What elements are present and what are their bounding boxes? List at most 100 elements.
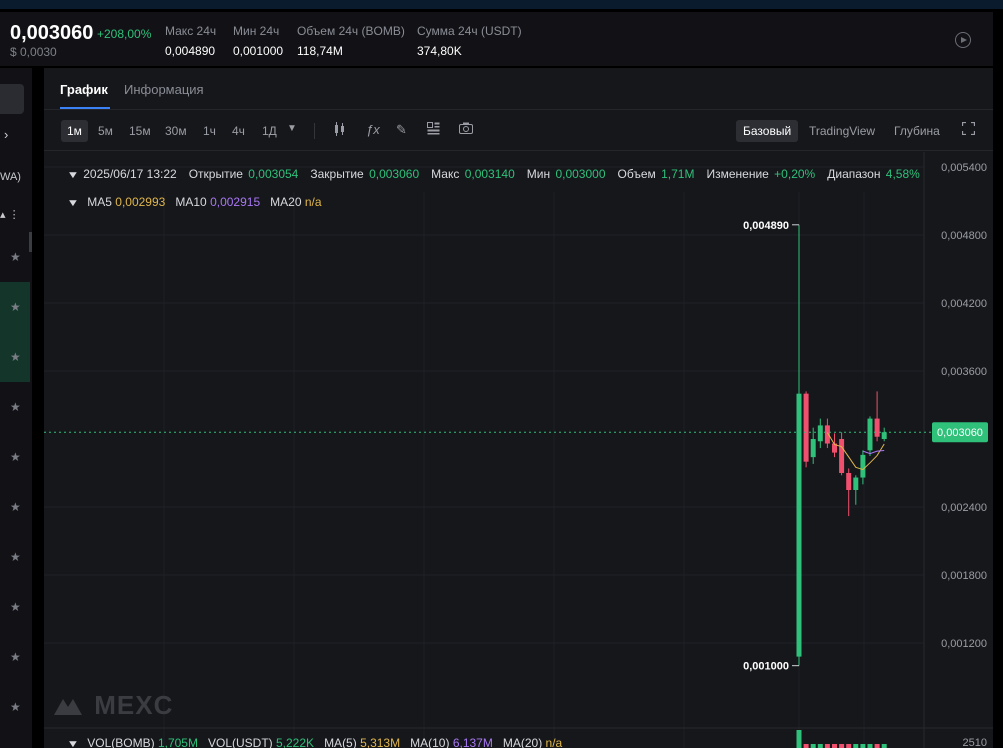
candle-body bbox=[824, 425, 830, 444]
timeframe-1h[interactable]: 1ч bbox=[203, 124, 216, 138]
fullscreen-icon[interactable] bbox=[961, 121, 976, 138]
favorite-star-icon[interactable]: ★ bbox=[10, 650, 21, 664]
view-depth[interactable]: Глубина bbox=[894, 124, 940, 138]
mexc-watermark: MEXC bbox=[54, 690, 173, 721]
y-tick-label: 0,003600 bbox=[941, 366, 987, 378]
list-item[interactable]: ★ bbox=[0, 482, 30, 532]
candle-body bbox=[803, 393, 809, 462]
collapse-chevron-icon[interactable]: ▼ bbox=[67, 170, 80, 181]
favorite-star-icon[interactable]: ★ bbox=[10, 400, 21, 414]
price-usd: $ 0,0030 bbox=[10, 45, 57, 59]
low-price-marker: 0,001000 bbox=[743, 661, 789, 673]
favorite-star-icon[interactable]: ★ bbox=[10, 700, 21, 714]
list-item[interactable]: ★ bbox=[0, 432, 30, 482]
candle-body bbox=[796, 393, 802, 657]
high-price-marker: 0,004890 bbox=[743, 220, 789, 232]
volume-info-row: ▼ VOL(BOMB) 1,705M VOL(USDT) 5,222K MA(5… bbox=[66, 736, 563, 748]
list-item[interactable]: ★ bbox=[0, 682, 30, 732]
chart-tabs: График Информация bbox=[44, 68, 993, 110]
window-top-strip bbox=[0, 0, 1003, 9]
volume-bar bbox=[803, 744, 809, 748]
list-item[interactable]: ★ bbox=[0, 232, 30, 282]
y-tick-label: 0,004200 bbox=[941, 298, 987, 310]
favorite-star-icon[interactable]: ★ bbox=[10, 350, 21, 364]
candle-body bbox=[860, 454, 866, 478]
window-right-edge bbox=[993, 68, 1003, 748]
stat-sum-24h: Сумма 24ч (USDT) 374,80K bbox=[417, 24, 522, 58]
candle-body bbox=[874, 418, 880, 437]
stat-high-24h: Макс 24ч 0,004890 bbox=[165, 24, 217, 58]
layout-grid-icon[interactable] bbox=[427, 122, 440, 138]
favorite-star-icon[interactable]: ★ bbox=[10, 450, 21, 464]
stat-low-24h: Мин 24ч 0,001000 bbox=[233, 24, 284, 58]
timeframe-1m[interactable]: 1м bbox=[61, 120, 88, 142]
indicator-fx-icon[interactable]: ƒx bbox=[366, 122, 380, 137]
active-tab-indicator bbox=[60, 107, 110, 109]
collapse-chevron-icon[interactable]: ▼ bbox=[67, 198, 80, 209]
ohlc-info-row: ▼ 2025/06/17 13:22 Открытие 0,003054 Зак… bbox=[66, 167, 920, 181]
chart-panel: График Информация 1м 5м 15м 30м 1ч 4ч 1Д… bbox=[44, 68, 993, 748]
volume-bar bbox=[817, 744, 823, 748]
favorite-star-icon[interactable]: ★ bbox=[10, 600, 21, 614]
ma10-line bbox=[862, 449, 885, 455]
volume-bar bbox=[881, 744, 887, 748]
volume-bar bbox=[853, 744, 859, 748]
list-item[interactable]: ★ bbox=[0, 582, 30, 632]
list-item[interactable]: ★ bbox=[0, 632, 30, 682]
y-tick-label: 0,004800 bbox=[941, 230, 987, 242]
y-tick-label: 2510 bbox=[963, 737, 987, 748]
partial-column-label: WA) bbox=[0, 171, 21, 183]
chevron-right-icon[interactable]: › bbox=[4, 127, 8, 142]
volume-bar bbox=[860, 744, 866, 748]
favorite-star-icon[interactable]: ★ bbox=[10, 250, 21, 264]
view-tradingview[interactable]: TradingView bbox=[809, 124, 875, 138]
search-box[interactable] bbox=[0, 84, 24, 114]
sort-icon[interactable]: ▴ ⋮ bbox=[0, 208, 20, 221]
list-item[interactable]: ★ bbox=[0, 382, 30, 432]
chevron-down-icon[interactable]: ▼ bbox=[287, 123, 297, 134]
list-item[interactable]: ★ bbox=[0, 532, 30, 582]
toolbar-divider bbox=[314, 123, 315, 139]
timeframe-30m[interactable]: 30м bbox=[165, 124, 187, 138]
candle-type-icon[interactable] bbox=[334, 122, 346, 139]
view-basic[interactable]: Базовый bbox=[736, 120, 799, 142]
tab-chart[interactable]: График bbox=[60, 82, 108, 97]
favorite-star-icon[interactable]: ★ bbox=[10, 500, 21, 514]
y-tick-label: 0,002400 bbox=[941, 502, 987, 514]
candle-body bbox=[817, 425, 823, 442]
candle-body bbox=[839, 439, 845, 473]
candle-body bbox=[867, 418, 873, 451]
candlestick-chart[interactable]: 0,005400 0,004800 0,004200 0,003600 0,002400… bbox=[44, 152, 993, 748]
timeframe-1d[interactable]: 1Д bbox=[262, 124, 277, 138]
chart-toolbar: 1м 5м 15м 30м 1ч 4ч 1Д ▼ ƒx ✎ Базовый Tr… bbox=[44, 111, 993, 151]
market-list-panel: › WA) ▴ ⋮ ★ ★ ★ ★ ★ ★ ★ ★ ★ ★ bbox=[0, 68, 32, 748]
volume-bar bbox=[839, 744, 845, 748]
timeframe-15m[interactable]: 15м bbox=[129, 124, 151, 138]
play-icon[interactable] bbox=[955, 32, 971, 48]
volume-bar bbox=[796, 730, 802, 748]
volume-bar bbox=[846, 744, 852, 748]
draw-pencil-icon[interactable]: ✎ bbox=[396, 122, 407, 138]
favorite-star-icon[interactable]: ★ bbox=[10, 300, 21, 314]
list-item[interactable]: ★ bbox=[0, 332, 30, 382]
candle-body bbox=[853, 477, 859, 490]
favorite-star-icon[interactable]: ★ bbox=[10, 550, 21, 564]
price-change-percent: +208,00% bbox=[97, 27, 152, 41]
volume-bar bbox=[874, 744, 880, 748]
camera-icon[interactable] bbox=[459, 122, 473, 137]
list-item[interactable]: ★ bbox=[0, 282, 30, 332]
ticker-header: 0,003060 +208,00% $ 0,0030 Макс 24ч 0,004… bbox=[0, 12, 993, 66]
collapse-chevron-icon[interactable]: ▼ bbox=[67, 739, 80, 748]
candle-body bbox=[810, 439, 816, 458]
timeframe-5m[interactable]: 5м bbox=[98, 124, 113, 138]
volume-bar bbox=[867, 744, 873, 748]
candle-body bbox=[881, 432, 887, 439]
stat-volume-24h: Объем 24ч (BOMB) 118,74M bbox=[297, 24, 405, 58]
tab-info[interactable]: Информация bbox=[124, 82, 204, 97]
volume-bar bbox=[810, 744, 816, 748]
y-tick-label: 0,001800 bbox=[941, 570, 987, 582]
ma-info-row: ▼ MA5 0,002993 MA10 0,002915 MA20 n/a bbox=[66, 195, 322, 209]
timeframe-4h[interactable]: 4ч bbox=[232, 124, 245, 138]
candle-body bbox=[846, 473, 852, 490]
last-price: 0,003060 bbox=[10, 22, 94, 44]
